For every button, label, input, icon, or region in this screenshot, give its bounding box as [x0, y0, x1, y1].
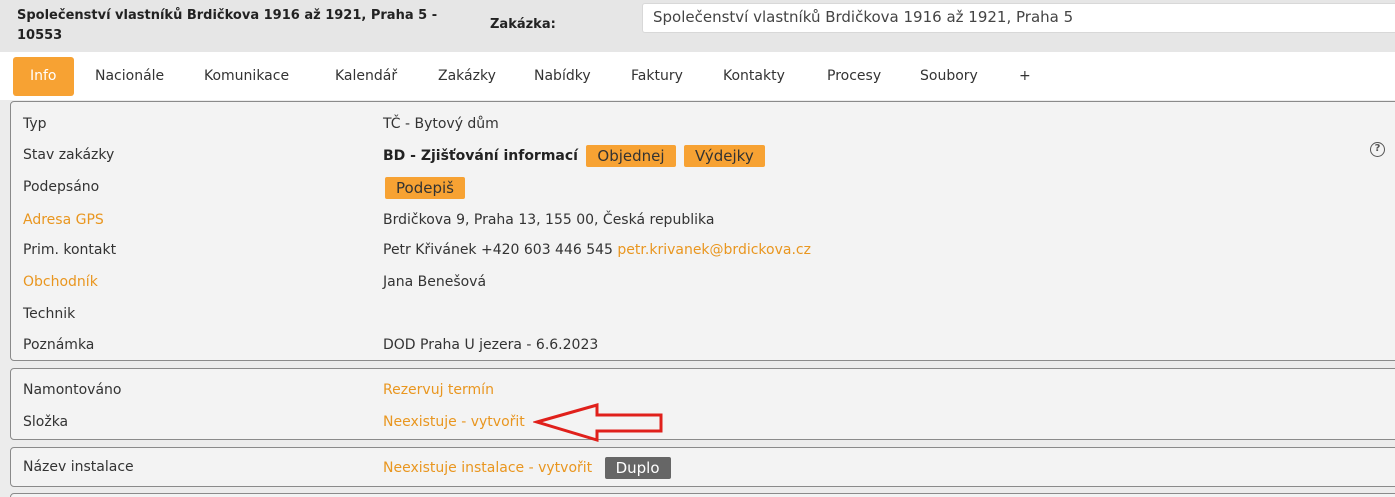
- help-circle-icon[interactable]: ?: [1370, 142, 1385, 157]
- row-namontovano: Namontováno Rezervuj termín: [23, 380, 494, 400]
- row-podepsano: Podepsáno Podepiš: [23, 177, 465, 199]
- tab-bar: Info Nacionále Komunikace Kalendář Zakáz…: [0, 52, 1395, 100]
- row-poznamka: Poznámka DOD Praha U jezera - 6.6.2023: [23, 335, 598, 355]
- podepsano-value-group: Podepiš: [383, 177, 465, 199]
- instalace-vytvorit-link[interactable]: Neexistuje instalace - vytvořit: [383, 460, 592, 476]
- objednej-button[interactable]: Objednej: [586, 145, 676, 167]
- row-kontakt: Prim. kontakt Petr Křivánek +420 603 446…: [23, 240, 811, 260]
- tab-add[interactable]: +: [1002, 57, 1048, 96]
- top-bar: Společenství vlastníků Brdičkova 1916 až…: [0, 0, 1395, 52]
- tab-kalendar[interactable]: Kalendář: [318, 57, 414, 96]
- namontovano-label: Namontováno: [23, 382, 122, 398]
- row-technik: Technik: [23, 304, 75, 324]
- technik-label: Technik: [23, 306, 76, 322]
- montaz-panel: Namontováno Rezervuj termín Složka Neexi…: [10, 368, 1395, 440]
- kontakt-value-group: Petr Křivánek +420 603 446 545 petr.kriv…: [383, 240, 811, 260]
- obchodnik-link[interactable]: Obchodník: [23, 274, 98, 290]
- row-obchodnik: Obchodník Jana Benešová: [23, 272, 486, 292]
- duplo-button[interactable]: Duplo: [604, 457, 671, 479]
- kontakt-value: Petr Křivánek +420 603 446 545: [383, 242, 613, 258]
- adresa-value: Brdičkova 9, Praha 13, 155 00, Česká rep…: [383, 212, 715, 228]
- obchodnik-value: Jana Benešová: [383, 274, 487, 290]
- adresa-gps-link[interactable]: Adresa GPS: [23, 212, 104, 228]
- zakazka-select[interactable]: Společenství vlastníků Brdičkova 1916 až…: [642, 3, 1395, 33]
- poznamka-value: DOD Praha U jezera - 6.6.2023: [383, 337, 599, 353]
- kontakt-email-link[interactable]: petr.krivanek@brdickova.cz: [617, 242, 811, 258]
- tab-nacionale[interactable]: Nacionále: [78, 57, 181, 96]
- podepsano-label: Podepsáno: [23, 179, 100, 195]
- tab-soubory[interactable]: Soubory: [903, 57, 995, 96]
- stav-value: BD - Zjišťování informací: [383, 148, 578, 164]
- nazev-instalace-group: Neexistuje instalace - vytvořit Duplo: [383, 457, 671, 479]
- stav-value-group: BD - Zjišťování informací Objednej Výdej…: [383, 145, 765, 167]
- vydejky-button[interactable]: Výdejky: [684, 145, 765, 167]
- row-typ: Typ TČ - Bytový dům: [23, 114, 499, 134]
- slozka-label: Složka: [23, 414, 69, 430]
- tab-komunikace[interactable]: Komunikace: [187, 57, 306, 96]
- kontakt-label: Prim. kontakt: [23, 242, 117, 258]
- tab-nabidky[interactable]: Nabídky: [517, 57, 608, 96]
- red-arrow-icon: [533, 403, 663, 443]
- zakazka-select-value: Společenství vlastníků Brdičkova 1916 až…: [653, 8, 1074, 26]
- typ-value: TČ - Bytový dům: [383, 116, 499, 132]
- podepis-button[interactable]: Podepiš: [385, 177, 465, 199]
- typ-label: Typ: [23, 116, 47, 132]
- row-nazev-instalace: Název instalace Neexistuje instalace - v…: [23, 457, 671, 479]
- row-stav: Stav zakázky BD - Zjišťování informací O…: [23, 145, 765, 167]
- info-panel: ? Typ TČ - Bytový dům Stav zakázky BD - …: [10, 101, 1395, 361]
- instalace-panel: Název instalace Neexistuje instalace - v…: [10, 447, 1395, 487]
- row-adresa: Adresa GPS Brdičkova 9, Praha 13, 155 00…: [23, 210, 714, 230]
- rezervuj-termin-link[interactable]: Rezervuj termín: [383, 380, 494, 400]
- nazev-instalace-label: Název instalace: [23, 459, 134, 475]
- tab-kontakty[interactable]: Kontakty: [706, 57, 802, 96]
- tab-procesy[interactable]: Procesy: [810, 57, 898, 96]
- stav-label: Stav zakázky: [23, 147, 115, 163]
- tab-zakazky[interactable]: Zakázky: [421, 57, 513, 96]
- row-slozka: Složka Neexistuje - vytvořit: [23, 412, 525, 432]
- slozka-vytvorit-link[interactable]: Neexistuje - vytvořit: [383, 412, 525, 432]
- tab-faktury[interactable]: Faktury: [614, 57, 700, 96]
- project-title: Společenství vlastníků Brdičkova 1916 až…: [17, 8, 438, 43]
- poznamka-label: Poznámka: [23, 337, 95, 353]
- next-panel-edge: [10, 493, 1395, 497]
- zakazka-label: Zakázka:: [490, 17, 556, 32]
- tab-info[interactable]: Info: [13, 57, 74, 96]
